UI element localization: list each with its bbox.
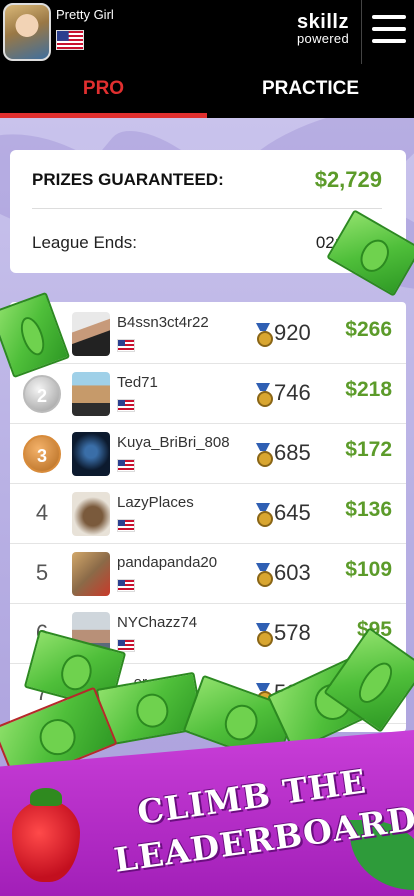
- us-flag-icon: [117, 459, 135, 472]
- player-prize: $136: [345, 498, 392, 521]
- user-avatar[interactable]: [3, 3, 51, 61]
- player-avatar: [72, 372, 110, 416]
- trophy-icon: [256, 563, 273, 587]
- leaderboard-row[interactable]: 4 LazyPlaces 645 $136: [10, 484, 406, 544]
- player-score: 685: [274, 440, 311, 465]
- player-prize: $266: [345, 318, 392, 341]
- player-score: 746: [274, 380, 311, 405]
- leaderboard-row[interactable]: 3 Kuya_BriBri_808 685 $172: [10, 424, 406, 484]
- us-flag-icon: [117, 519, 135, 532]
- prizes-guaranteed-value: $2,729: [314, 167, 382, 192]
- trophy-icon: [256, 503, 273, 527]
- trophy-icon: [256, 623, 273, 647]
- us-flag-icon: [117, 339, 135, 352]
- tab-bar: PRO PRACTICE: [0, 64, 414, 118]
- player-prize: $172: [345, 438, 392, 461]
- player-name: pandapanda20: [117, 554, 218, 571]
- header-divider: [361, 0, 362, 64]
- leaderboard-row[interactable]: 2 Ted71 746 $218: [10, 364, 406, 424]
- username: Pretty Girl: [56, 7, 114, 22]
- player-avatar: [72, 312, 110, 356]
- player-name: Kuya_BriBri_808: [117, 434, 230, 451]
- silver-medal-icon: 2: [23, 375, 61, 413]
- leaderboard-row[interactable]: 5 pandapanda20 603 $109: [10, 544, 406, 604]
- us-flag-icon: [56, 30, 84, 50]
- player-score: 920: [274, 320, 311, 345]
- tab-practice[interactable]: PRACTICE: [207, 64, 414, 114]
- player-score: 645: [274, 500, 311, 525]
- skillz-logo: skillz powered: [297, 11, 349, 46]
- tab-pro[interactable]: PRO: [0, 64, 207, 114]
- info-divider: [32, 208, 382, 209]
- trophy-icon: [256, 383, 273, 407]
- bronze-medal-icon: 3: [23, 435, 61, 473]
- player-score: 578: [274, 620, 311, 645]
- player-rank: 4: [35, 500, 49, 525]
- player-avatar: [72, 492, 110, 536]
- top-bar: Pretty Girl skillz powered: [0, 0, 414, 64]
- player-avatar: [72, 552, 110, 596]
- trophy-icon: [256, 323, 273, 347]
- prizes-guaranteed-label: PRIZES GUARANTEED:: [32, 170, 224, 189]
- player-prize: $218: [345, 378, 392, 401]
- league-ends-label: League Ends:: [32, 233, 137, 252]
- player-name: NYChazz74: [117, 614, 198, 631]
- trophy-icon: [256, 443, 273, 467]
- player-score: 603: [274, 560, 311, 585]
- us-flag-icon: [117, 579, 135, 592]
- player-rank: 5: [35, 560, 49, 585]
- hamburger-menu-icon[interactable]: [372, 15, 406, 45]
- player-name: Ted71: [117, 374, 158, 391]
- us-flag-icon: [117, 399, 135, 412]
- player-avatar: [72, 432, 110, 476]
- player-prize: $109: [345, 558, 392, 581]
- player-name: B4ssn3ct4r22: [117, 314, 209, 331]
- player-name: LazyPlaces: [117, 494, 194, 511]
